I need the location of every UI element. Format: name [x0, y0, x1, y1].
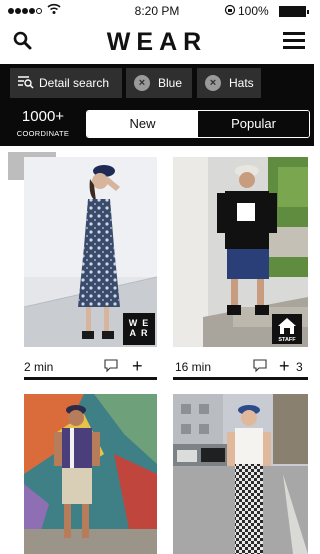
card-divider: [24, 377, 157, 380]
post-meta: 16 min + 3: [175, 356, 308, 379]
staff-badge-icon: STAFF: [272, 314, 302, 344]
remove-filter-icon[interactable]: ×: [134, 75, 150, 91]
detail-search-label: Detail search: [39, 76, 110, 90]
filter-chip-hats[interactable]: × Hats: [197, 68, 261, 98]
filter-bar: Detail search × Blue × Hats: [0, 64, 314, 102]
menu-icon[interactable]: [283, 32, 305, 50]
post-meta: 2 min +: [24, 356, 157, 379]
wear-badge: WE AR: [123, 313, 155, 345]
coordinate-count-label: COORDINATE: [16, 129, 70, 138]
filter-search-icon: [18, 75, 34, 92]
search-icon[interactable]: [12, 30, 34, 52]
detail-search-button[interactable]: Detail search: [10, 68, 122, 98]
outfit-photo[interactable]: [173, 394, 308, 554]
status-bar: 8:20 PM 100%: [0, 0, 314, 22]
tab-new[interactable]: New: [87, 111, 198, 137]
battery-percent: 100%: [238, 4, 269, 18]
battery-icon: [279, 6, 309, 17]
outfit-photo[interactable]: [24, 394, 157, 554]
save-count: 3: [296, 360, 303, 374]
filter-chip-label: Blue: [158, 76, 183, 90]
filter-chip-blue[interactable]: × Blue: [126, 68, 192, 98]
rotation-lock-icon: [224, 4, 236, 19]
sort-segmented-control: New Popular: [86, 110, 310, 138]
comment-icon[interactable]: [104, 359, 118, 373]
save-plus-icon[interactable]: +: [132, 356, 143, 377]
card-divider: [173, 377, 308, 380]
comment-icon[interactable]: [253, 359, 267, 373]
sort-bar: 1000+ COORDINATE New Popular: [0, 102, 314, 146]
coordinate-count: 1000+: [21, 108, 65, 125]
post-time: 16 min: [175, 360, 212, 374]
post-time: 2 min: [24, 360, 54, 374]
save-plus-icon[interactable]: +: [279, 356, 290, 377]
filter-chip-label: Hats: [229, 76, 254, 90]
remove-filter-icon[interactable]: ×: [205, 75, 221, 91]
staff-badge-label: STAFF: [278, 337, 296, 343]
app-logo: WEAR: [106, 28, 208, 56]
nav-bar: WEAR: [0, 22, 314, 64]
tab-popular[interactable]: Popular: [198, 111, 309, 137]
